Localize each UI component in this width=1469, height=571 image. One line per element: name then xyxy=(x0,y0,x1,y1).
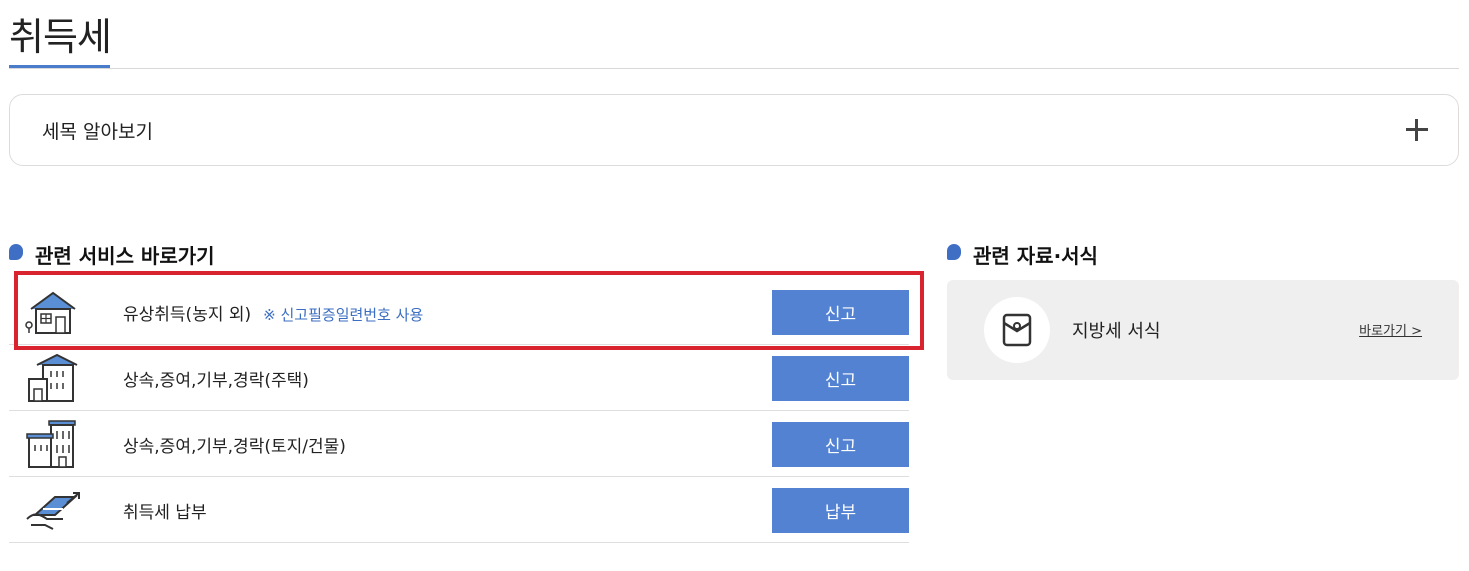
docs-heading-text: 관련 자료·서식 xyxy=(973,244,1098,268)
service-label: 취득세 납부 xyxy=(123,503,207,523)
page-title: 취득세 xyxy=(9,15,112,59)
pay-button[interactable]: 납부 xyxy=(772,488,909,533)
service-label: 상속,증여,기부,경락(토지/건물) xyxy=(123,437,346,457)
goto-link[interactable]: 바로가기 > xyxy=(1359,320,1422,339)
service-label: 유상취득(농지 외) ※ 신고필증일련번호 사용 xyxy=(123,305,424,325)
docs-heading: 관련 자료·서식 xyxy=(947,240,1098,269)
report-button[interactable]: 신고 xyxy=(772,356,909,401)
card-payment-icon xyxy=(26,492,80,530)
house-icon xyxy=(25,291,76,334)
service-row-paid-acquisition: 유상취득(농지 외) ※ 신고필증일련번호 사용 신고 xyxy=(9,279,909,345)
doc-icon-circle xyxy=(984,297,1050,363)
doc-label: 지방세 서식 xyxy=(1072,321,1161,342)
office-building-icon xyxy=(26,420,76,468)
serial-number-note: ※ 신고필증일련번호 사용 xyxy=(263,306,424,324)
service-label: 상속,증여,기부,경락(주택) xyxy=(123,371,309,391)
services-heading: 관련 서비스 바로가기 xyxy=(9,240,215,269)
service-row-inheritance-house: 상속,증여,기부,경락(주택) 신고 xyxy=(9,345,909,411)
envelope-icon xyxy=(1002,313,1032,347)
accordion-label: 세목 알아보기 xyxy=(42,121,153,143)
bullet-icon xyxy=(9,244,23,260)
title-divider xyxy=(9,68,1459,69)
report-button[interactable]: 신고 xyxy=(772,290,909,335)
docs-card: 지방세 서식 바로가기 > xyxy=(947,280,1459,380)
report-button[interactable]: 신고 xyxy=(772,422,909,467)
service-row-payment: 취득세 납부 납부 xyxy=(9,477,909,543)
service-row-inheritance-land: 상속,증여,기부,경락(토지/건물) 신고 xyxy=(9,411,909,477)
apartment-icon xyxy=(28,353,78,402)
plus-icon[interactable] xyxy=(1406,119,1428,141)
bullet-icon xyxy=(947,244,961,260)
tax-info-accordion[interactable]: 세목 알아보기 xyxy=(9,94,1459,166)
services-heading-text: 관련 서비스 바로가기 xyxy=(35,244,215,268)
services-list: 유상취득(농지 외) ※ 신고필증일련번호 사용 신고 상속,증여,기부,경락(주… xyxy=(9,279,909,543)
